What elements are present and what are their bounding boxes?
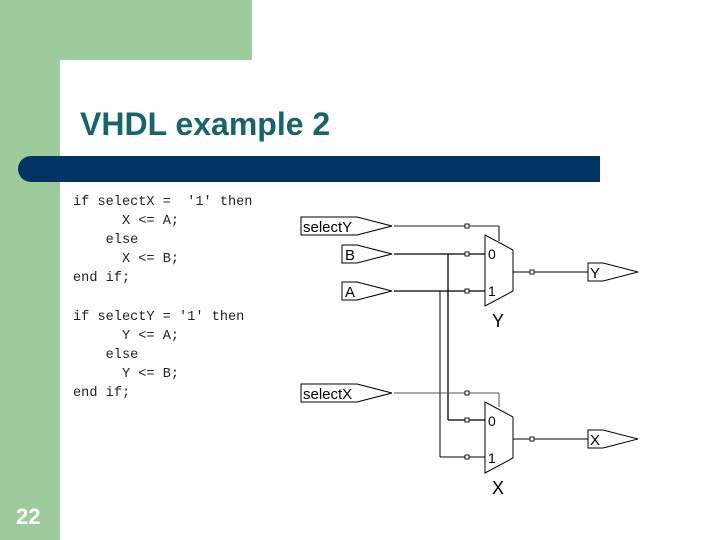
port-label-a: A bbox=[345, 284, 355, 301]
page-number: 22 bbox=[16, 504, 41, 529]
pin-marker bbox=[464, 251, 470, 257]
port-label-x-out: X bbox=[590, 432, 600, 449]
port-label-y-out: Y bbox=[590, 265, 600, 282]
pin-marker bbox=[464, 223, 470, 229]
pin-marker bbox=[464, 288, 470, 294]
pin-marker bbox=[529, 269, 535, 275]
port-label-b: B bbox=[345, 247, 355, 264]
mux-schematic: selectY B A selectX Y X 0 1 0 1 Y X bbox=[300, 216, 639, 498]
pin-marker bbox=[464, 390, 470, 396]
mux-y-input1: 1 bbox=[488, 283, 496, 299]
port-label-selecty: selectY bbox=[303, 219, 352, 236]
mux-y-label: Y bbox=[492, 311, 504, 331]
mux-x-input0: 0 bbox=[488, 413, 496, 429]
pin-marker bbox=[529, 436, 535, 442]
mux-y-input0: 0 bbox=[488, 246, 496, 262]
pin-marker bbox=[464, 417, 470, 423]
port-label-selectx: selectX bbox=[303, 386, 352, 403]
pin-marker bbox=[464, 454, 470, 460]
mux-x-input1: 1 bbox=[488, 450, 496, 466]
mux-x-label: X bbox=[492, 478, 504, 498]
